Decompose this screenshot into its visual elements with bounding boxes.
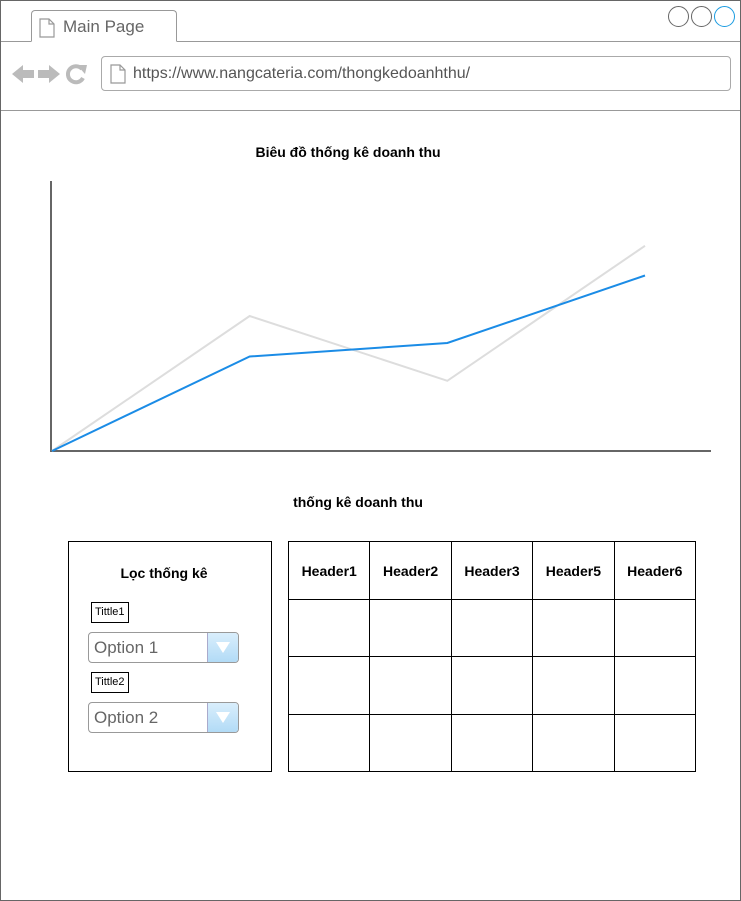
tab-bar: Main Page <box>1 1 740 42</box>
table-header-row: Header1 Header2 Header3 Header5 Header6 <box>287 541 697 600</box>
tab-label: Main Page <box>63 17 145 36</box>
minimize-button[interactable] <box>668 6 689 27</box>
column-header: Header1 <box>287 541 371 600</box>
table-cell <box>532 598 615 658</box>
revenue-table: Header1 Header2 Header3 Header5 Header6 <box>287 541 697 773</box>
table-row <box>287 656 697 715</box>
tab-main-page[interactable]: Main Page <box>31 10 177 42</box>
dropdown-button[interactable] <box>207 633 238 662</box>
table-cell <box>369 598 452 658</box>
revenue-line-chart <box>50 181 711 452</box>
series-line-1 <box>51 274 646 452</box>
table-row <box>287 713 697 773</box>
series-line-2 <box>51 244 646 452</box>
table-row <box>287 598 697 658</box>
column-header: Header5 <box>532 541 615 600</box>
filter-label-2: Tittle2 <box>91 672 129 693</box>
filter-select-2[interactable]: Option 2 <box>88 702 239 733</box>
filter-panel: Lọc thống kê Tittle1 Option 1 Tittle2 Op… <box>68 541 272 772</box>
table-cell <box>613 656 697 715</box>
back-arrow-icon[interactable] <box>12 63 34 85</box>
chart-title: Biêu đồ thống kê doanh thu <box>255 144 441 160</box>
table-cell <box>613 598 697 658</box>
table-cell <box>287 713 371 773</box>
close-button[interactable] <box>714 6 735 27</box>
url-text: https://www.nangcateria.com/thongkedoanh… <box>133 65 471 82</box>
maximize-button[interactable] <box>691 6 712 27</box>
filter-select-1[interactable]: Option 1 <box>88 632 239 663</box>
page-icon <box>39 18 55 38</box>
url-input[interactable]: https://www.nangcateria.com/thongkedoanh… <box>101 56 731 91</box>
chevron-down-icon <box>216 642 230 653</box>
table-cell <box>532 713 615 773</box>
filter-select-1-value: Option 1 <box>94 638 159 657</box>
column-header: Header6 <box>613 541 697 600</box>
table-cell <box>287 598 371 658</box>
filter-title: Lọc thống kê <box>120 565 208 581</box>
address-bar-row: https://www.nangcateria.com/thongkedoanh… <box>1 42 740 111</box>
chart-series <box>51 244 646 452</box>
chevron-down-icon <box>216 712 230 723</box>
forward-arrow-icon[interactable] <box>38 63 60 85</box>
dropdown-button[interactable] <box>207 703 238 732</box>
table-cell <box>287 656 371 715</box>
filter-select-2-value: Option 2 <box>94 708 159 727</box>
table-body <box>287 598 697 773</box>
refresh-icon[interactable] <box>64 63 88 85</box>
table-cell <box>450 713 534 773</box>
nav-buttons <box>12 63 88 85</box>
filter-label-1: Tittle1 <box>91 602 129 623</box>
browser-window: Main Page https://www.nangcateria.com/th… <box>0 0 741 901</box>
table-cell <box>613 713 697 773</box>
table-cell <box>369 656 452 715</box>
table-cell <box>532 656 615 715</box>
column-header: Header2 <box>369 541 452 600</box>
window-controls <box>668 6 735 27</box>
page-icon <box>110 64 126 84</box>
table-cell <box>450 598 534 658</box>
column-header: Header3 <box>450 541 534 600</box>
table-cell <box>369 713 452 773</box>
section-title: thống kê doanh thu <box>293 494 423 510</box>
table-cell <box>450 656 534 715</box>
